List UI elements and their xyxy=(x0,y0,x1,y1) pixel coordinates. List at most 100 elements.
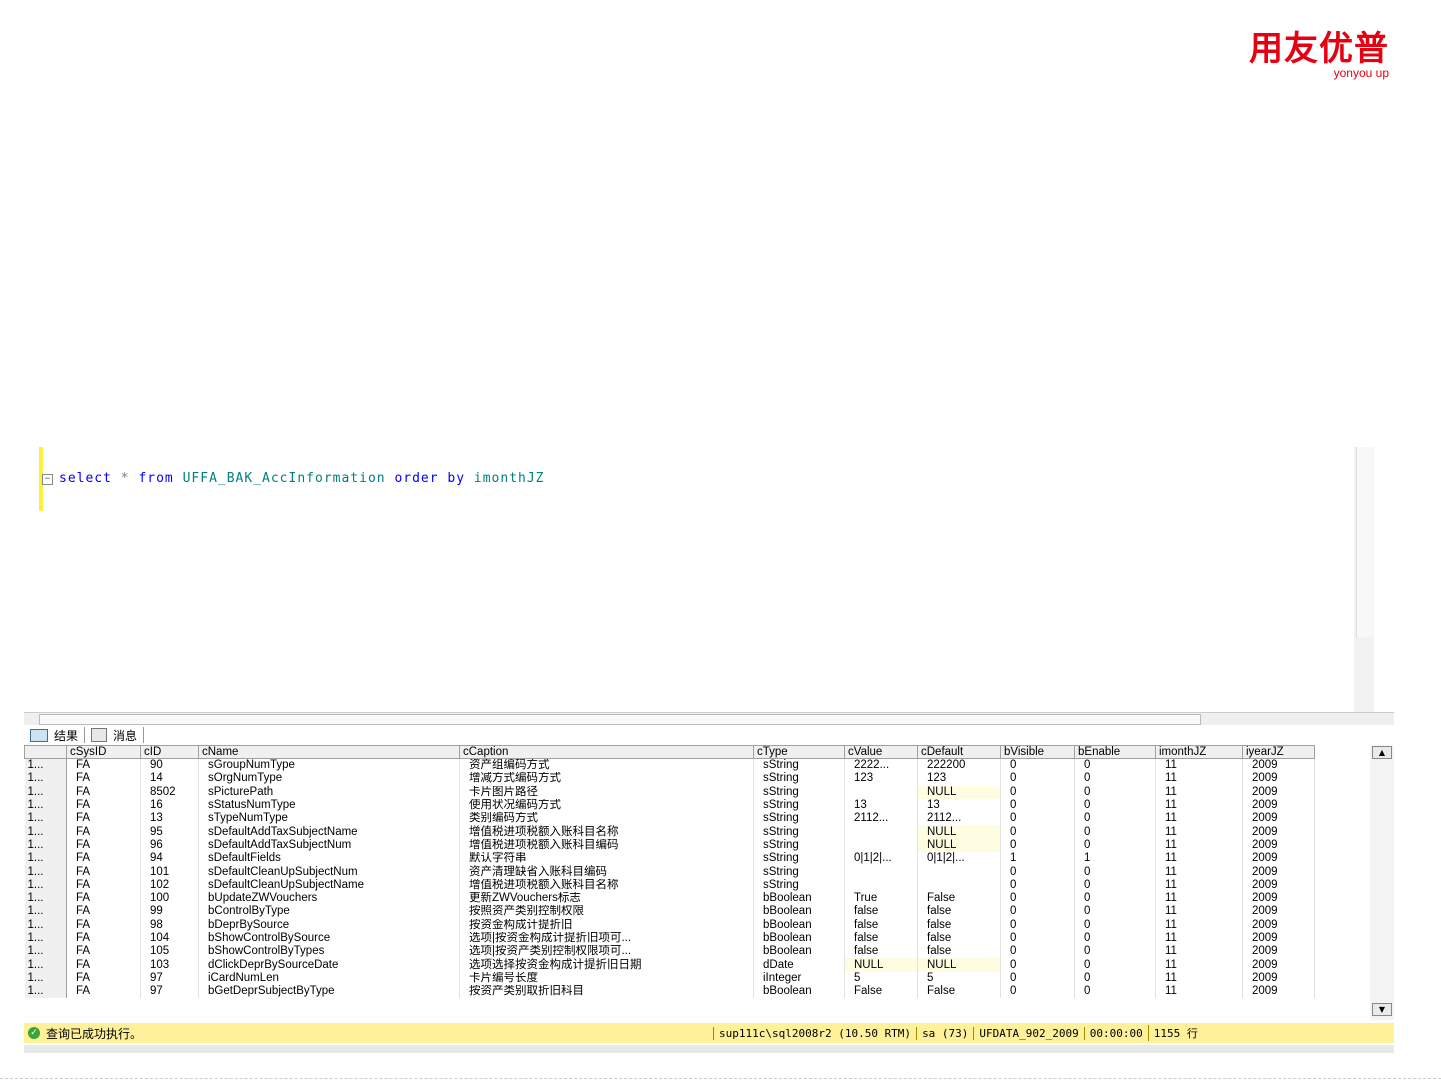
table-cell[interactable]: bBoolean xyxy=(753,918,845,932)
table-cell[interactable]: 1 xyxy=(1074,852,1156,866)
table-cell[interactable]: 2009 xyxy=(1242,931,1315,946)
table-cell[interactable]: 13 xyxy=(917,798,1001,813)
table-cell[interactable]: 0 xyxy=(1074,865,1156,879)
column-header[interactable]: bEnable xyxy=(1074,745,1156,759)
table-cell[interactable]: 0 xyxy=(1000,772,1075,786)
table-cell[interactable]: false xyxy=(917,905,1001,919)
table-cell[interactable]: 11 xyxy=(1155,865,1243,879)
table-cell[interactable]: 11 xyxy=(1155,758,1243,773)
table-cell[interactable] xyxy=(844,785,918,799)
table-cell[interactable]: 2009 xyxy=(1242,865,1315,879)
results-grid[interactable]: cSysID cID cName cCaption cType cValue cDefaul… xyxy=(24,745,1392,1020)
table-cell[interactable]: 0|1|2|... xyxy=(917,852,1001,866)
table-cell[interactable]: sString xyxy=(753,785,845,799)
table-row[interactable]: 1... FA 99 bControlByType 按照资产类别控制权限 bBoolean… xyxy=(24,905,1315,919)
table-row[interactable]: 1... FA 100 bUpdateZWVouchers 更新ZWVouchers标志… xyxy=(24,891,1315,906)
column-header[interactable]: cValue xyxy=(844,745,918,759)
table-cell[interactable]: FA xyxy=(66,758,141,773)
table-cell[interactable]: 0 xyxy=(1074,772,1156,786)
table-cell[interactable]: 0 xyxy=(1000,891,1075,906)
table-cell[interactable]: FA xyxy=(66,985,141,999)
table-cell[interactable]: 0 xyxy=(1074,878,1156,892)
table-cell[interactable]: sDefaultAddTaxSubjectName xyxy=(198,825,460,839)
table-cell[interactable]: 90 xyxy=(140,758,199,773)
table-cell[interactable]: sGroupNumType xyxy=(198,758,460,773)
table-cell[interactable]: 默认字符串 xyxy=(459,852,754,866)
table-cell[interactable]: 2009 xyxy=(1242,758,1315,773)
table-cell[interactable]: 增值税进项税额入账科目编码 xyxy=(459,838,754,853)
table-cell[interactable]: 2222... xyxy=(844,758,918,773)
table-cell[interactable]: 0 xyxy=(1000,785,1075,799)
table-cell[interactable]: 11 xyxy=(1155,852,1243,866)
table-cell[interactable]: sString xyxy=(753,812,845,826)
table-cell[interactable]: NULL xyxy=(917,838,1001,853)
table-cell[interactable]: false xyxy=(917,918,1001,932)
table-cell[interactable]: sDefaultCleanUpSubjectNum xyxy=(198,865,460,879)
column-header[interactable]: cCaption xyxy=(459,745,754,759)
table-cell[interactable]: 222200 xyxy=(917,758,1001,773)
table-cell[interactable]: 0 xyxy=(1074,838,1156,853)
table-cell[interactable]: bUpdateZWVouchers xyxy=(198,891,460,906)
table-cell[interactable]: sString xyxy=(753,852,845,866)
table-cell[interactable]: bGetDeprSubjectByType xyxy=(198,985,460,999)
table-row[interactable]: 1... FA 98 bDeprBySource 按资金构成计提折旧 bBoolean fa… xyxy=(24,918,1315,932)
table-cell[interactable]: sTypeNumType xyxy=(198,812,460,826)
table-cell[interactable]: 2009 xyxy=(1242,945,1315,959)
table-cell[interactable]: 2009 xyxy=(1242,958,1315,972)
sql-query[interactable]: select * from UFFA_BAK_AccInformation or… xyxy=(59,471,545,486)
table-cell[interactable]: NULL xyxy=(917,785,1001,799)
table-cell[interactable]: bBoolean xyxy=(753,905,845,919)
table-cell[interactable]: 0 xyxy=(1074,931,1156,946)
row-selector[interactable]: 1... xyxy=(24,905,67,919)
table-cell[interactable]: bDeprBySource xyxy=(198,918,460,932)
column-header[interactable]: cSysID xyxy=(66,745,141,759)
table-cell[interactable]: 5 xyxy=(844,971,918,986)
table-row[interactable]: 1... FA 14 sOrgNumType 增减方式编码方式 sString 123 123… xyxy=(24,772,1315,786)
table-cell[interactable]: False xyxy=(917,985,1001,999)
row-selector[interactable]: 1... xyxy=(24,865,67,879)
table-cell[interactable]: 99 xyxy=(140,905,199,919)
table-cell[interactable]: 2112... xyxy=(844,812,918,826)
table-cell[interactable]: False xyxy=(917,891,1001,906)
row-selector[interactable]: 1... xyxy=(24,852,67,866)
table-cell[interactable]: sString xyxy=(753,825,845,839)
table-row[interactable]: 1... FA 95 sDefaultAddTaxSubjectName 增值税进项税额… xyxy=(24,825,1315,839)
table-cell[interactable]: 2009 xyxy=(1242,785,1315,799)
table-cell[interactable]: sOrgNumType xyxy=(198,772,460,786)
table-cell[interactable]: bControlByType xyxy=(198,905,460,919)
table-cell[interactable]: 2009 xyxy=(1242,891,1315,906)
table-cell[interactable]: 2009 xyxy=(1242,878,1315,892)
table-cell[interactable]: 14 xyxy=(140,772,199,786)
table-cell[interactable]: 105 xyxy=(140,945,199,959)
table-cell[interactable]: 按资产类别取折旧科目 xyxy=(459,985,754,999)
table-cell[interactable]: 0 xyxy=(1074,958,1156,972)
editor-vertical-scrollbar[interactable] xyxy=(1354,447,1374,712)
table-cell[interactable]: 11 xyxy=(1155,971,1243,986)
table-cell[interactable]: 0 xyxy=(1000,918,1075,932)
table-cell[interactable]: sDefaultCleanUpSubjectName xyxy=(198,878,460,892)
table-cell[interactable]: FA xyxy=(66,931,141,946)
collapse-toggle-icon[interactable]: − xyxy=(42,474,53,485)
column-header[interactable]: iyearJZ xyxy=(1242,745,1315,759)
table-cell[interactable]: 2009 xyxy=(1242,812,1315,826)
row-selector[interactable]: 1... xyxy=(24,931,67,946)
table-cell[interactable]: 卡片编号长度 xyxy=(459,971,754,986)
table-cell[interactable]: 2009 xyxy=(1242,918,1315,932)
table-cell[interactable]: 101 xyxy=(140,865,199,879)
row-selector[interactable]: 1... xyxy=(24,958,67,972)
table-cell[interactable]: 0 xyxy=(1000,758,1075,773)
table-cell[interactable]: FA xyxy=(66,971,141,986)
table-cell[interactable]: 2009 xyxy=(1242,971,1315,986)
editor-horizontal-scrollbar[interactable] xyxy=(24,712,1394,725)
table-cell[interactable]: 11 xyxy=(1155,945,1243,959)
tab-messages[interactable]: 消息 xyxy=(85,727,145,743)
table-cell[interactable]: 按照资产类别控制权限 xyxy=(459,905,754,919)
column-header[interactable]: cID xyxy=(140,745,199,759)
table-row[interactable]: 1... FA 103 dClickDeprBySourceDate 选项选择按资金构成… xyxy=(24,958,1315,972)
table-cell[interactable]: 8502 xyxy=(140,785,199,799)
table-cell[interactable]: bBoolean xyxy=(753,931,845,946)
row-selector[interactable]: 1... xyxy=(24,971,67,986)
table-cell[interactable]: 选项|按资金构成计提折旧项可... xyxy=(459,931,754,946)
grid-vertical-scrollbar[interactable]: ▲ ▼ xyxy=(1370,745,1394,1020)
row-selector[interactable]: 1... xyxy=(24,772,67,786)
